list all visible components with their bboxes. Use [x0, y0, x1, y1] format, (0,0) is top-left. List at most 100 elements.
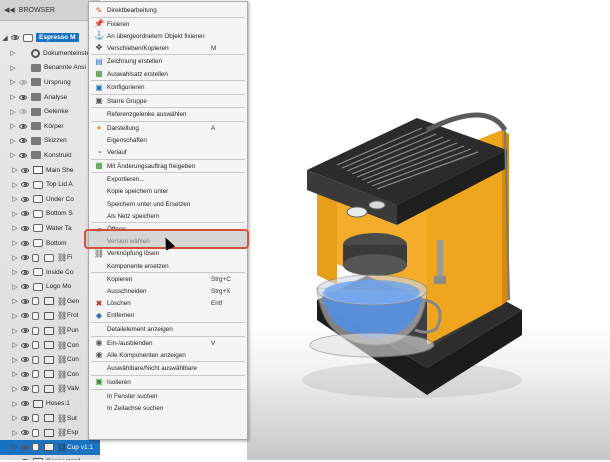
menu-item-in-fenster-suchen[interactable]: In Fenster suchen — [89, 390, 247, 403]
checkbox-icon[interactable] — [32, 253, 39, 262]
menu-item-verlauf[interactable]: ◔ Verlauf — [89, 146, 247, 159]
tree-row[interactable]: ▷ Bottom S — [0, 207, 100, 222]
tree-row[interactable]: ▷ ⛓ Con — [0, 367, 100, 382]
menu-item-eigenschaften[interactable]: Eigenschaften — [89, 134, 247, 147]
expand-arrow-icon[interactable]: ▷ — [10, 166, 20, 174]
eye-icon[interactable] — [20, 415, 30, 422]
tree-row[interactable]: ▷ ⛓ Cup v1:1 — [0, 440, 100, 455]
menu-item-fixieren[interactable]: 📌 Fixieren — [89, 18, 247, 31]
eye-icon[interactable] — [20, 429, 30, 436]
expand-arrow-icon[interactable]: ▷ — [10, 254, 20, 262]
tree-row[interactable]: ▷ ⛓ Gen — [0, 294, 100, 309]
checkbox-icon[interactable] — [32, 311, 39, 320]
eye-icon[interactable] — [20, 269, 30, 276]
tree-row[interactable]: ▷Connector:1 — [0, 455, 100, 460]
eye-icon[interactable] — [20, 371, 30, 378]
tree-row[interactable]: ▷ Main She — [0, 163, 100, 178]
tree-row[interactable]: ▷ Skizzen — [0, 134, 100, 149]
expand-arrow-icon[interactable]: ▷ — [10, 297, 20, 305]
expand-arrow-icon[interactable]: ▷ — [8, 78, 18, 86]
expand-arrow-icon[interactable]: ▷ — [10, 356, 20, 364]
menu-item-direktbearbeitung[interactable]: ✎ Direktbearbeitung — [89, 4, 247, 17]
menu-item-referenzgelenke-auswählen[interactable]: Referenzgelenke auswählen — [89, 108, 247, 121]
expand-arrow-icon[interactable]: ▷ — [10, 400, 20, 408]
tree-row[interactable]: ▷ ⛓ Frot — [0, 309, 100, 324]
tree-row[interactable]: ▷ ⛓ Valv — [0, 382, 100, 397]
eye-icon[interactable] — [20, 167, 30, 174]
checkbox-icon[interactable] — [32, 370, 39, 379]
tree-row[interactable]: ▷ Logo Mo — [0, 280, 100, 295]
tree-row[interactable]: ▷ Gelenke — [0, 104, 100, 119]
eye-icon[interactable] — [18, 79, 28, 86]
menu-item-starre-gruppe[interactable]: ▣ Starre Gruppe — [89, 95, 247, 108]
eye-icon[interactable] — [20, 342, 30, 349]
eye-icon[interactable] — [10, 34, 20, 41]
expand-arrow-icon[interactable]: ▷ — [8, 108, 18, 116]
expand-arrow-icon[interactable]: ▷ — [10, 283, 20, 291]
tree-row[interactable]: ▷ Dokumenteinste — [0, 46, 100, 61]
menu-item-zeichnung-erstellen[interactable]: ▤ Zeichnung erstellen — [89, 55, 247, 68]
eye-icon[interactable] — [20, 181, 30, 188]
expand-arrow-icon[interactable]: ▷ — [10, 443, 20, 451]
expand-arrow-icon[interactable]: ▷ — [10, 385, 20, 393]
expand-arrow-icon[interactable]: ▷ — [10, 341, 20, 349]
tree-row[interactable]: ▷ Hoses:1 — [0, 396, 100, 411]
tree-row[interactable]: ▷ Analyse — [0, 90, 100, 105]
tree-row[interactable]: ▷ Top Lid A — [0, 177, 100, 192]
eye-icon[interactable] — [20, 327, 30, 334]
expand-arrow-icon[interactable]: ▷ — [10, 429, 20, 437]
eye-icon[interactable] — [20, 400, 30, 407]
viewport-3d[interactable] — [247, 0, 610, 460]
espresso-machine-model[interactable] — [247, 0, 610, 460]
expand-arrow-icon[interactable]: ▷ — [10, 414, 20, 422]
eye-icon[interactable] — [18, 152, 28, 159]
menu-item-exportieren[interactable]: Exportieren... — [89, 173, 247, 186]
menu-item-isolieren[interactable]: ▣ Isolieren — [89, 376, 247, 389]
expand-arrow-icon[interactable]: ▷ — [8, 137, 18, 145]
menu-item-an-übergeordnetem-objekt-fixieren[interactable]: ⚓ An übergeordnetem Objekt fixieren — [89, 30, 247, 43]
menu-item-mit-änderungsauftrag-freigeben[interactable]: ▦ Mit Änderungsauftrag freigeben — [89, 160, 247, 173]
expand-arrow-icon[interactable]: ▷ — [10, 327, 20, 335]
eye-icon[interactable] — [20, 385, 30, 392]
expand-arrow-icon[interactable]: ▷ — [8, 151, 18, 159]
tree-row[interactable]: ▷ Ursprung — [0, 75, 100, 90]
eye-icon[interactable] — [20, 283, 30, 290]
tree-row[interactable]: ▷ Benannte Ansi — [0, 61, 100, 76]
eye-icon[interactable] — [20, 254, 30, 261]
checkbox-icon[interactable] — [32, 297, 39, 306]
checkbox-icon[interactable] — [32, 341, 39, 350]
menu-item-auswahlsatz-erstellen[interactable]: ▦ Auswahlsatz erstellen — [89, 68, 247, 81]
expand-arrow-icon[interactable]: ▷ — [8, 49, 18, 57]
tree-row[interactable]: ▷ ⛓ Fi — [0, 250, 100, 265]
expand-arrow-icon[interactable]: ▷ — [10, 268, 20, 276]
tree-row[interactable]: ▷ Inside Co — [0, 265, 100, 280]
menu-item-in-zeitachse-suchen[interactable]: In Zeitachse suchen — [89, 402, 247, 415]
menu-item-komponente-ersetzen[interactable]: Komponente ersetzen — [89, 260, 247, 273]
menu-item-kopie-speichern-unter[interactable]: Kopie speichern unter — [89, 185, 247, 198]
expand-arrow-icon[interactable]: ▷ — [8, 93, 18, 101]
expand-arrow-icon[interactable]: ▷ — [10, 210, 20, 218]
eye-icon[interactable] — [20, 356, 30, 363]
checkbox-icon[interactable] — [32, 443, 39, 452]
eye-icon[interactable] — [18, 94, 28, 101]
menu-item-konfigurieren[interactable]: ▣ Konfigurieren — [89, 81, 247, 94]
collapse-arrow-icon[interactable]: ◢ — [0, 34, 10, 42]
eye-icon[interactable] — [20, 210, 30, 217]
expand-arrow-icon[interactable]: ▷ — [8, 64, 18, 72]
checkbox-icon[interactable] — [32, 355, 39, 364]
eye-icon[interactable] — [18, 137, 28, 144]
expand-arrow-icon[interactable]: ▷ — [10, 370, 20, 378]
menu-item-verschieben-kopieren[interactable]: ✥ Verschieben/Kopieren M — [89, 42, 247, 55]
menu-item-ein-ausblenden[interactable]: ◉ Ein-/ausblenden V — [89, 337, 247, 350]
eye-icon[interactable] — [20, 444, 30, 451]
tree-row[interactable]: ▷ Under Co — [0, 192, 100, 207]
tree-row[interactable]: ▷ ⛓ Esp — [0, 425, 100, 440]
expand-arrow-icon[interactable]: ▷ — [10, 239, 20, 247]
tree-row[interactable]: ▷ ⛓ Pun — [0, 323, 100, 338]
tree-row[interactable]: ▷ ⛓ Con — [0, 352, 100, 367]
eye-icon[interactable] — [18, 123, 28, 130]
tree-row[interactable]: ▷ ⛓ Con — [0, 338, 100, 353]
menu-item-auswählbare-nicht-auswählbare[interactable]: Auswählbare/Nicht auswählbare — [89, 362, 247, 375]
menu-item-entfernen[interactable]: ◆ Entfernen — [89, 309, 247, 322]
eye-icon[interactable] — [20, 196, 30, 203]
